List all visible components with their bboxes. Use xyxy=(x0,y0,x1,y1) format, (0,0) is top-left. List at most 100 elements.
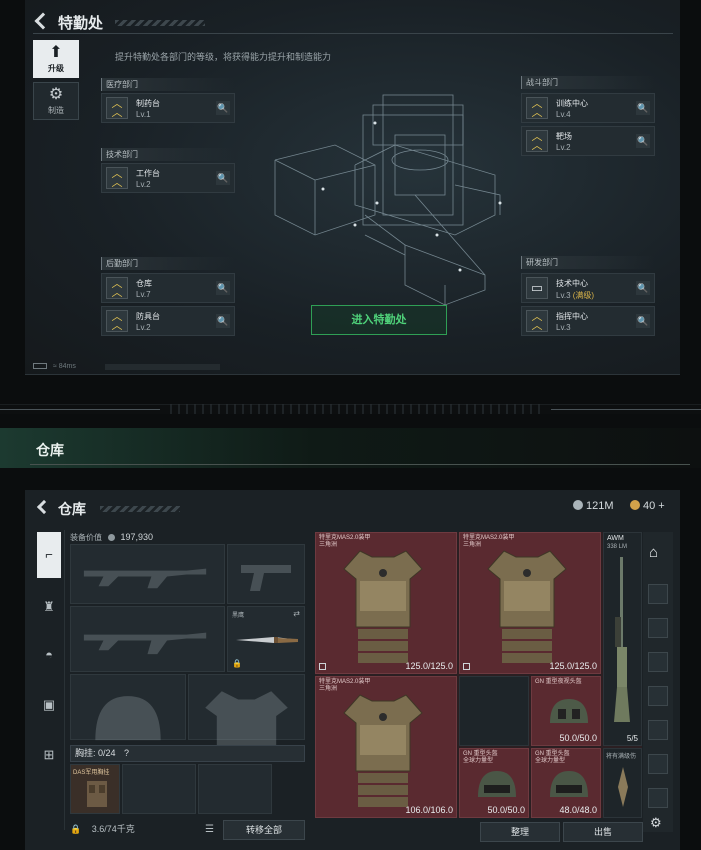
item-durability: 125.0/125.0 xyxy=(549,661,597,671)
wifi-icon: ≈ xyxy=(52,363,57,370)
facility-level: Lv.2 xyxy=(136,323,151,332)
transfer-all-button[interactable]: 转移全部 xyxy=(223,820,305,840)
chest-rig-item[interactable]: DAS军用胸挂 xyxy=(70,764,120,814)
settings-gear-icon[interactable]: ⚙ xyxy=(650,815,662,831)
primary-weapon-slot[interactable] xyxy=(70,544,225,604)
search-icon[interactable]: 🔍 xyxy=(216,281,230,295)
facility-level: Lv.3 xyxy=(556,323,571,332)
item-armor[interactable]: 特里克MAS2.0装甲 三角洲 125.0/125.0 xyxy=(315,532,457,674)
facility-level: Lv.1 xyxy=(136,110,151,119)
facility-warehouse[interactable]: ︿ ︿ 仓库 Lv.7 🔍 xyxy=(101,273,235,303)
back-arrow-icon[interactable] xyxy=(36,499,52,515)
back-arrow-icon[interactable] xyxy=(34,12,52,30)
search-icon[interactable]: 🔍 xyxy=(636,134,650,148)
equipment-value: 装备价值 197,930 xyxy=(70,532,153,543)
facility-tech-center[interactable]: ▭ 技术中心 Lv.3 (满级) 🔍 xyxy=(521,273,655,303)
facility-name: 仓库 xyxy=(136,279,152,288)
item-armor[interactable]: 特里克MAS2.0装甲 三角洲 125.0/125.0 xyxy=(459,532,601,674)
facility-name: 防具台 xyxy=(136,312,160,321)
item-nv-helmet[interactable]: GN 重型夜视头盔 50.0/50.0 xyxy=(531,676,601,746)
sell-button[interactable]: 出售 xyxy=(563,822,643,842)
quick-item[interactable] xyxy=(648,652,668,672)
item-name: GN 重型夜视头盔 xyxy=(535,679,582,685)
search-icon[interactable]: 🔍 xyxy=(216,171,230,185)
inspect-icon[interactable] xyxy=(319,663,326,670)
quick-item[interactable] xyxy=(648,686,668,706)
facility-training-center[interactable]: ︿ ︿ 训练中心 Lv.4 🔍 xyxy=(521,93,655,123)
item-durability: 48.0/48.0 xyxy=(559,805,597,815)
item-armor[interactable]: 特里克MAS2.0装甲 三角洲 106.0/106.0 xyxy=(315,676,457,818)
chest-rig-icon xyxy=(87,781,107,807)
list-icon[interactable]: ☰ xyxy=(205,824,214,835)
quick-item[interactable] xyxy=(648,788,668,808)
rank-chevron-icon: ︿ ︿ xyxy=(106,97,128,119)
quick-item[interactable] xyxy=(648,618,668,638)
briefcase-icon: ⊞ xyxy=(43,747,55,762)
heavy-helmet-icon xyxy=(550,771,588,797)
sort-button[interactable]: 整理 xyxy=(480,822,560,842)
add-currency-icon[interactable]: + xyxy=(658,500,664,512)
item-heavy-helmet[interactable]: GN 重型头盔 全球力量型 50.0/50.0 xyxy=(459,748,529,818)
chest-rig-row[interactable]: 胸挂: 0/24 ? xyxy=(70,745,305,762)
category-backpack[interactable]: ▣ xyxy=(35,690,63,720)
craft-icon: ⚙ xyxy=(48,86,64,103)
item-side[interactable]: 将有满级伤 xyxy=(603,748,642,818)
battery-icon xyxy=(33,363,47,370)
secondary-weapon-slot[interactable] xyxy=(70,606,225,672)
facility-name: 工作台 xyxy=(136,169,160,178)
inspect-icon[interactable] xyxy=(463,663,470,670)
lock-icon: 🔒 xyxy=(70,824,82,834)
rank-chevron-icon: ︿ ︿ xyxy=(106,310,128,332)
item-name: AWM xyxy=(607,535,624,542)
weight-indicator: 🔒 3.6/74千克 xyxy=(70,822,135,835)
currency-b[interactable]: 40 + xyxy=(630,500,665,512)
tab-upgrade-label: 升级 xyxy=(48,64,64,73)
helmet-icon: ◓ xyxy=(45,647,53,662)
item-awm-rifle[interactable]: AWM 338 LM 5/5 xyxy=(603,532,642,746)
facility-command-center[interactable]: ︿ ︿ 指挥中心 Lv.3 🔍 xyxy=(521,306,655,336)
facility-pharmacy[interactable]: ︿ ︿ 制药台 Lv.1 🔍 xyxy=(101,93,235,123)
facility-armor-bench[interactable]: ︿ ︿ 防具台 Lv.2 🔍 xyxy=(101,306,235,336)
facility-level: Lv.7 xyxy=(136,290,151,299)
search-icon[interactable]: 🔍 xyxy=(636,281,650,295)
empty-slot[interactable] xyxy=(459,676,529,746)
swap-icon[interactable]: ⇄ xyxy=(293,609,300,618)
quick-item[interactable] xyxy=(648,584,668,604)
nv-helmet-icon xyxy=(550,699,588,723)
search-icon[interactable]: 🔍 xyxy=(636,101,650,115)
rank-chevron-icon: ︿ ︿ xyxy=(106,277,128,299)
knife-icon xyxy=(236,637,298,643)
ammo-type: 338 LM xyxy=(607,544,628,550)
tab-craft[interactable]: ⚙ 制造 xyxy=(33,82,79,120)
help-icon[interactable]: ? xyxy=(124,748,129,758)
pistol-slot[interactable] xyxy=(227,544,305,604)
category-armor[interactable]: ♜ xyxy=(35,592,63,622)
max-level-badge: (满级) xyxy=(572,291,595,300)
melee-slot[interactable]: 黑鹰 ⇄ 🔒 xyxy=(227,606,305,672)
quick-access-rail: ⌂ ⚙ xyxy=(643,532,673,832)
helmet-slot[interactable] xyxy=(70,674,186,741)
category-weapons[interactable]: ⌐ xyxy=(37,532,61,578)
enter-special-ops-button[interactable]: 进入特勤处 xyxy=(311,305,447,335)
top-header: 特勤处 xyxy=(25,6,680,36)
category-helmet[interactable]: ◓ xyxy=(35,640,63,670)
stash-icon[interactable]: ⌂ xyxy=(649,544,658,561)
rifle-silhouette-icon xyxy=(83,632,207,655)
quick-item[interactable] xyxy=(648,720,668,740)
tab-upgrade[interactable]: ⬆ 升级 xyxy=(33,40,79,78)
category-case[interactable]: ⊞ xyxy=(35,740,63,770)
facility-name: 技术中心 xyxy=(556,279,588,288)
weight-text: 3.6/74千克 xyxy=(91,824,135,834)
chest-rig-empty-slot[interactable] xyxy=(198,764,272,814)
armor-slot[interactable] xyxy=(188,674,305,758)
quick-item[interactable] xyxy=(648,754,668,774)
chest-rig-empty-slot[interactable] xyxy=(122,764,196,814)
search-icon[interactable]: 🔍 xyxy=(636,314,650,328)
facility-shooting-range[interactable]: ︿ ︿ 靶场 Lv.2 🔍 xyxy=(521,126,655,156)
tab-craft-label: 制造 xyxy=(48,106,64,115)
search-icon[interactable]: 🔍 xyxy=(216,314,230,328)
search-icon[interactable]: 🔍 xyxy=(216,101,230,115)
armor-vest-icon xyxy=(487,550,567,663)
facility-workbench[interactable]: ︿ ︿ 工作台 Lv.2 🔍 xyxy=(101,163,235,193)
item-heavy-helmet[interactable]: GN 重型头盔 全球力量型 48.0/48.0 xyxy=(531,748,601,818)
